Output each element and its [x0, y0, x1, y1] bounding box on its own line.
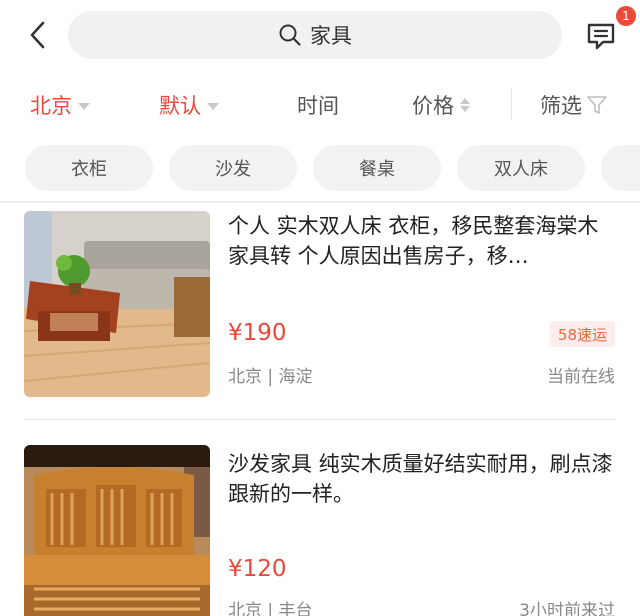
message-button[interactable] — [585, 20, 617, 52]
filter-screen-label: 筛选 — [540, 94, 582, 118]
listing-title: 个人 实木双人床 衣柜，移民整套海棠木家具转 个人原因出售房子，移… — [228, 214, 599, 268]
filter-price[interactable]: 价格 — [412, 92, 470, 118]
search-bar[interactable]: 家具 — [68, 11, 562, 59]
listing-status: 3小时前来过 — [519, 601, 615, 616]
listing-photo — [24, 211, 210, 397]
top-bar: 家具 1 — [0, 0, 640, 74]
chip-dining-table[interactable]: 餐桌 — [313, 145, 441, 191]
listing-tag: 58速运 — [549, 321, 615, 347]
listing-price: ¥120 — [228, 556, 287, 582]
filter-price-label: 价格 — [412, 94, 454, 118]
message-icon — [587, 23, 615, 50]
filter-divider — [511, 88, 512, 120]
filter-sort-label: 默认 — [159, 94, 201, 118]
search-query-text: 家具 — [310, 24, 352, 48]
dropdown-arrow-icon — [207, 102, 219, 110]
dropdown-arrow-icon — [78, 102, 90, 110]
sort-arrows-icon — [460, 98, 470, 112]
listing-location: 北京 | 海淀 — [228, 367, 313, 387]
filter-sort[interactable]: 默认 — [159, 92, 219, 118]
category-chips: 衣柜 沙发 餐桌 双人床 — [0, 145, 640, 193]
chip-wardrobe[interactable]: 衣柜 — [25, 145, 153, 191]
filter-bar: 北京 默认 时间 价格 筛选 — [0, 74, 640, 136]
listing-price: ¥190 — [228, 320, 287, 346]
message-badge: 1 — [616, 6, 636, 26]
listing-title: 沙发家具 纯实木质量好结实耐用，刷点漆跟新的一样。 — [228, 452, 613, 506]
filter-time[interactable]: 时间 — [297, 92, 339, 118]
search-icon — [279, 24, 301, 46]
filter-screen[interactable]: 筛选 — [540, 92, 608, 118]
back-button[interactable] — [22, 18, 52, 52]
listing-photo — [24, 445, 210, 616]
listing-location: 北京 | 丰台 — [228, 601, 313, 616]
funnel-icon — [587, 96, 607, 114]
section-separator — [0, 201, 640, 203]
filter-city[interactable]: 北京 — [30, 92, 90, 118]
listing-divider — [24, 419, 616, 420]
listing-status: 当前在线 — [547, 367, 615, 387]
filter-city-label: 北京 — [30, 94, 72, 118]
chip-more[interactable] — [601, 145, 640, 191]
chip-double-bed[interactable]: 双人床 — [457, 145, 585, 191]
filter-time-label: 时间 — [297, 94, 339, 118]
chevron-left-icon — [30, 21, 45, 49]
chip-sofa[interactable]: 沙发 — [169, 145, 297, 191]
